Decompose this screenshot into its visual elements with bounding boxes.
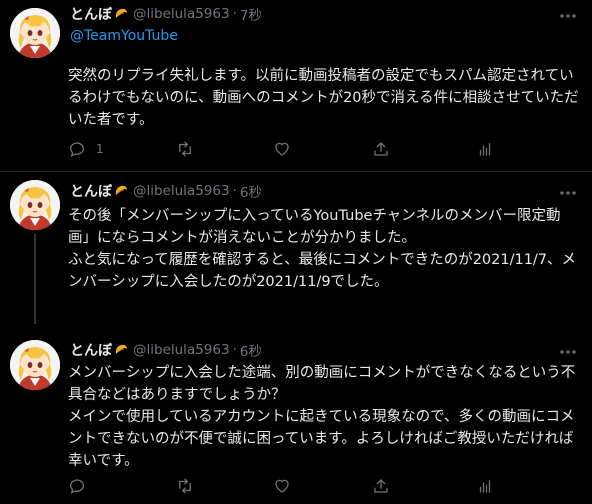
- like-heart-icon: [275, 479, 289, 493]
- thread-connector-line: [34, 234, 36, 324]
- reply-count: 1: [96, 142, 104, 156]
- tweet-text: その後「メンバーシップに入っているYouTubeチャンネルのメンバー限定動画」に…: [68, 208, 577, 290]
- share-button[interactable]: [372, 139, 390, 159]
- bread-emoji-icon: [114, 343, 128, 357]
- timestamp[interactable]: 7秒: [240, 4, 262, 24]
- avatar[interactable]: [10, 8, 60, 58]
- tweet-text: 突然のリプライ失礼します。以前に動画投稿者の設定でもスパム認定されているわけでも…: [68, 68, 579, 128]
- tweet-header: とんぼ @libelula5963 · 6秒: [70, 340, 262, 360]
- analytics-button[interactable]: [476, 139, 494, 159]
- retweet-button[interactable]: [175, 139, 195, 159]
- tweet-3[interactable]: とんぼ @libelula5963 · 6秒 メンバーシップに入会した途端、別の…: [0, 334, 592, 504]
- timestamp[interactable]: 6秒: [240, 340, 262, 360]
- retweet-icon: [179, 141, 191, 157]
- retweet-button[interactable]: [175, 476, 195, 496]
- display-name[interactable]: とんぼ: [70, 340, 112, 360]
- share-icon: [374, 142, 388, 156]
- tweet-2[interactable]: とんぼ @libelula5963 · 6秒 その後「メンバーシップに入っている…: [0, 172, 592, 324]
- reply-icon: [69, 142, 85, 157]
- tweet-actions: [68, 476, 498, 496]
- tweet-text: メンバーシップに入会した途端、別の動画にコメントができなくなるという不具合などは…: [68, 365, 576, 469]
- tweet-header: とんぼ @libelula5963 · 6秒: [70, 181, 262, 201]
- like-heart-icon: [275, 142, 289, 156]
- avatar[interactable]: [10, 340, 60, 390]
- user-handle[interactable]: @libelula5963: [133, 6, 230, 22]
- tweet-header: とんぼ @libelula5963 · 7秒: [70, 4, 262, 24]
- timestamp[interactable]: 6秒: [240, 181, 262, 201]
- separator-dot: ·: [232, 6, 237, 22]
- tweet-1[interactable]: とんぼ @libelula5963 · 7秒 @TeamYouTube 突然のリ…: [0, 0, 592, 171]
- more-dots-icon[interactable]: [558, 6, 578, 26]
- tweet-actions: 1: [68, 139, 498, 159]
- retweet-icon: [179, 478, 191, 494]
- analytics-icon: [479, 480, 491, 493]
- like-button[interactable]: [273, 476, 291, 496]
- share-icon: [374, 479, 388, 493]
- reply-mention-link[interactable]: @TeamYouTube: [70, 28, 178, 44]
- user-handle[interactable]: @libelula5963: [133, 183, 230, 199]
- like-button[interactable]: [273, 139, 291, 159]
- separator-dot: ·: [232, 342, 237, 358]
- avatar[interactable]: [10, 180, 60, 230]
- bread-emoji-icon: [114, 7, 128, 21]
- share-button[interactable]: [372, 476, 390, 496]
- reply-button[interactable]: [68, 476, 96, 496]
- reply-button[interactable]: 1: [68, 139, 104, 159]
- separator-dot: ·: [232, 183, 237, 199]
- display-name[interactable]: とんぼ: [70, 4, 112, 24]
- bread-emoji-icon: [114, 184, 128, 198]
- more-dots-icon[interactable]: [558, 342, 578, 362]
- display-name[interactable]: とんぼ: [70, 181, 112, 201]
- user-handle[interactable]: @libelula5963: [133, 342, 230, 358]
- analytics-button[interactable]: [476, 476, 494, 496]
- reply-icon: [69, 479, 85, 494]
- analytics-icon: [479, 143, 491, 156]
- more-dots-icon[interactable]: [558, 183, 578, 203]
